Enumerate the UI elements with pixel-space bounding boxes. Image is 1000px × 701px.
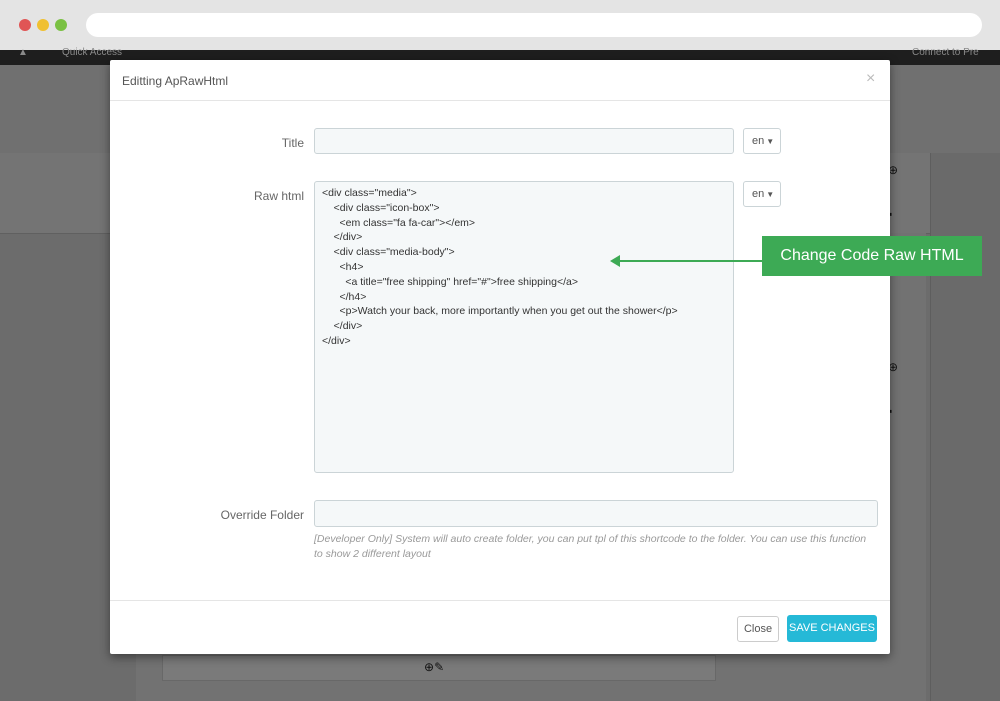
raw-html-line: </div> (322, 334, 351, 347)
save-changes-button[interactable]: SAVE CHANGES (787, 615, 877, 642)
minimize-window-dot[interactable] (37, 19, 49, 31)
quick-access-menu[interactable]: Quick Access (62, 47, 122, 58)
raw-html-line: <div class="media"> (322, 187, 417, 199)
title-language-value: en (752, 135, 765, 147)
connect-link[interactable]: Connect to Pre (912, 47, 979, 58)
raw-html-label: Raw html (253, 189, 304, 203)
raw-html-textarea[interactable]: <div class="media"> <div class="icon-box… (314, 181, 734, 473)
raw-html-line: <h4> (322, 260, 364, 273)
annotation-arrow (618, 260, 762, 262)
close-window-dot[interactable] (19, 19, 31, 31)
raw-html-line: </h4> (322, 290, 367, 303)
browser-chrome (0, 0, 1000, 50)
modal-title: Editting ApRawHtml (122, 74, 229, 88)
caret-down-icon: ▼ (766, 190, 775, 199)
override-folder-label: Override Folder (220, 508, 304, 522)
background-widget-actions: ⊕✎ (424, 660, 444, 674)
raw-html-line: <div class="media-body"> (322, 246, 455, 259)
add-icon: ⊕ (424, 660, 435, 674)
caret-down-icon: ▼ (766, 137, 775, 146)
raw-html-language-value: en (752, 188, 765, 200)
raw-html-line: <em class="fa fa-car"></em> (322, 216, 476, 229)
close-icon[interactable]: × (866, 70, 875, 88)
raw-html-line: <div class="icon-box"> (322, 201, 440, 214)
raw-html-language-select[interactable]: en ▼ (743, 181, 781, 207)
override-folder-help: [Developer Only] System will auto create… (314, 533, 867, 560)
edit-icon: ✎ (434, 660, 445, 674)
maximize-window-dot[interactable] (55, 19, 67, 31)
arrow-left-icon (610, 255, 620, 267)
override-folder-input[interactable] (314, 500, 878, 527)
pin-icon: ▲ (18, 47, 28, 58)
raw-html-line: <a title="free shipping" href="#">free s… (322, 275, 578, 288)
address-bar[interactable] (86, 13, 982, 37)
modal-footer: Close SAVE CHANGES (110, 600, 890, 655)
title-input[interactable] (314, 128, 734, 154)
title-label: Title (281, 136, 304, 150)
edit-modal: Editting ApRawHtml × Title en ▼ Raw html … (110, 60, 890, 654)
annotation-callout: Change Code Raw HTML (762, 236, 982, 276)
raw-html-line: <p>Watch your back, more importantly whe… (322, 305, 678, 318)
title-language-select[interactable]: en ▼ (743, 128, 781, 154)
modal-header: Editting ApRawHtml × (110, 60, 890, 101)
raw-html-line: </div> (322, 320, 363, 333)
close-button[interactable]: Close (737, 616, 779, 642)
raw-html-line: </div> (322, 231, 363, 244)
